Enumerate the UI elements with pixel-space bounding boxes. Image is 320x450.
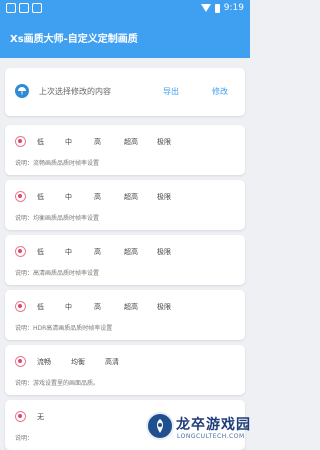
card-description: 说明：高清画质品质时帧率设置 [15,270,100,277]
umbrella-icon [15,84,29,98]
option-high[interactable]: 高 [94,192,101,202]
option-low[interactable]: 低 [37,247,44,257]
option-none[interactable]: 无 [37,412,44,422]
option-extreme[interactable]: 极限 [157,247,171,257]
option-medium[interactable]: 中 [65,302,72,312]
option-high[interactable]: 高 [94,247,101,257]
app-bar: Xs画质大师-自定义定制画质 [0,18,250,58]
radio-button[interactable] [15,136,26,147]
quality-card-smooth: 低 中 高 超高 极限 说明：流畅画质品质时帧率设置 [5,125,245,175]
radio-button[interactable] [15,246,26,257]
wifi-icon [200,4,211,12]
option-extreme[interactable]: 极限 [157,137,171,147]
option-balanced[interactable]: 均衡 [71,357,85,367]
option-extreme[interactable]: 极限 [157,192,171,202]
quality-card-balanced: 低 中 高 超高 极限 说明：均衡画质品质时帧率设置 [5,180,245,230]
option-medium[interactable]: 中 [65,192,72,202]
radio-button[interactable] [15,301,26,312]
option-high[interactable]: 高 [94,137,101,147]
watermark-subtext: LONGCULTECH.COM [177,433,245,440]
radio-button[interactable] [15,411,26,422]
notification-icon [32,3,42,13]
radio-button[interactable] [15,356,26,367]
notification-icon [19,3,29,13]
option-ultra[interactable]: 超高 [124,302,138,312]
option-high[interactable]: 高 [94,302,101,312]
site-watermark: 龙卒游戏园 LONGCULTECH.COM [146,408,250,447]
option-ultra[interactable]: 超高 [124,247,138,257]
option-low[interactable]: 低 [37,192,44,202]
option-smooth[interactable]: 流畅 [37,357,51,367]
card-description: 说明：HDR高清画质品质时帧率设置 [15,325,113,332]
last-modified-label: 上次选择修改的内容 [39,87,111,96]
option-medium[interactable]: 中 [65,137,72,147]
option-hd[interactable]: 高清 [105,357,119,367]
status-time: 9:19 [223,3,244,13]
card-description: 说明：流畅画质品质时帧率设置 [15,160,100,167]
quality-card-hd: 低 中 高 超高 极限 说明：高清画质品质时帧率设置 [5,235,245,285]
option-ultra[interactable]: 超高 [124,137,138,147]
option-low[interactable]: 低 [37,302,44,312]
dragon-logo-icon [146,412,174,440]
battery-icon [214,3,220,13]
option-low[interactable]: 低 [37,137,44,147]
option-ultra[interactable]: 超高 [124,192,138,202]
notification-icon [6,3,16,13]
watermark-text: 龙卒游戏园 [176,417,251,433]
modify-button[interactable]: 修改 [212,86,228,97]
card-description: 说明： [15,435,34,442]
last-modified-card: 上次选择修改的内容 导出 修改 [5,68,245,116]
quality-card-hdr: 低 中 高 超高 极限 说明：HDR高清画质品质时帧率设置 [5,290,245,340]
status-bar: 9:19 [0,0,250,18]
notification-icons [6,3,42,13]
option-extreme[interactable]: 极限 [157,302,171,312]
page-title: Xs画质大师-自定义定制画质 [10,34,138,45]
export-button[interactable]: 导出 [163,86,179,97]
radio-button[interactable] [15,191,26,202]
card-description: 说明：游戏设置里的画面品质。 [15,380,100,387]
card-description: 说明：均衡画质品质时帧率设置 [15,215,100,222]
quality-card-picture: 流畅 均衡 高清 说明：游戏设置里的画面品质。 [5,345,245,395]
option-medium[interactable]: 中 [65,247,72,257]
